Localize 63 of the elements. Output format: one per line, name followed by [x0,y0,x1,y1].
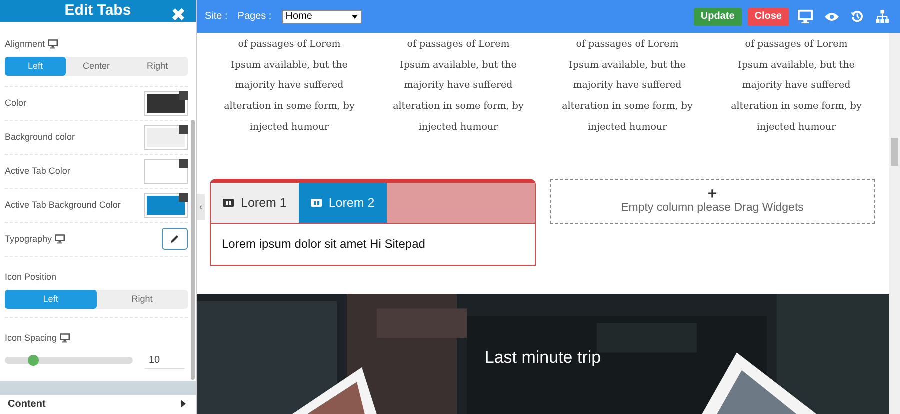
tab[interactable]: Lorem 1 [211,182,299,223]
monitor-icon [48,38,58,49]
collapse-button[interactable]: ‹ [197,194,205,220]
slider-thumb[interactable] [28,355,40,366]
close-button[interactable]: Close [748,8,789,26]
caret-icon [181,400,186,408]
paragraph-line: of passages of Lorem [744,38,849,52]
plus-icon: + [708,188,718,202]
paragraph-line: majority have suffered [234,79,345,94]
desktop-icon[interactable] [795,9,816,24]
tab[interactable]: Lorem 2 [298,182,387,223]
color-label: Active Tab Color [5,166,70,176]
edit-button[interactable] [162,228,188,250]
paragraph-line: of passages of Lorem [406,38,511,52]
ad-icon [223,198,234,207]
color-swatch[interactable] [144,158,188,184]
icon-position-option[interactable]: Right [96,290,188,309]
paragraph-line: majority have suffered [572,79,683,94]
tab-content-text: Lorem ipsum dolor sit amet Hi Sitepad [221,236,426,253]
monitor-icon [55,234,66,244]
color-swatch[interactable] [144,192,188,218]
sitemap-icon[interactable] [873,10,892,23]
pencil-icon [170,234,180,244]
paragraph-line: Ipsum available, but the [568,58,687,73]
paragraph-line: alteration in some form, by [223,100,356,114]
update-button[interactable]: Update [694,8,742,26]
alignment-option[interactable]: Left [5,56,66,76]
pages-label: Pages : [238,11,272,22]
paragraph-line: Ipsum available, but the [230,58,349,73]
color-label: Active Tab Background Color [5,200,121,210]
paragraph-line: majority have suffered [741,79,852,94]
icon-position-option[interactable]: Left [5,290,96,309]
alignment-option[interactable]: Right [127,56,188,76]
typography-label: Typography [5,234,66,244]
paragraph-line: majority have suffered [403,79,514,94]
monitor-icon [798,9,813,24]
dropdown-icon [352,14,358,18]
paragraph-line: of passages of Lorem [237,38,342,52]
alignment-option[interactable]: Center [66,56,127,76]
page-select[interactable]: Home [282,10,362,24]
banner-title: Last minute trip [484,348,602,368]
color-swatch[interactable] [144,90,188,116]
color-label: Color [5,98,27,108]
paragraph-line: of passages of Lorem [575,38,680,52]
alignment-label: Alignment [5,38,58,49]
paragraph-line: alteration in some form, by [561,100,694,114]
icon-spacing-label: Icon Spacing [5,332,70,343]
icon-position-label: Icon Position [5,272,57,282]
paragraph-line: injected humour [756,120,838,135]
paragraph-line: injected humour [586,120,668,135]
paragraph-line: alteration in some form, by [392,100,525,114]
empty-column-text: Empty column please Drag Widgets [621,202,804,214]
site-label: Site : [205,11,228,22]
paragraph-line: alteration in some form, by [730,100,863,114]
paragraph-line: Ipsum available, but the [399,58,518,73]
ad-icon [310,198,322,207]
paragraph-line: injected humour [418,120,500,135]
paragraph-line: Ipsum available, but the [737,58,856,73]
panel-title: Edit Tabs [64,2,132,20]
monitor-icon [60,332,70,343]
color-label: Background color [5,132,76,142]
color-swatch[interactable] [144,124,188,150]
paragraph-line: injected humour [248,120,330,135]
